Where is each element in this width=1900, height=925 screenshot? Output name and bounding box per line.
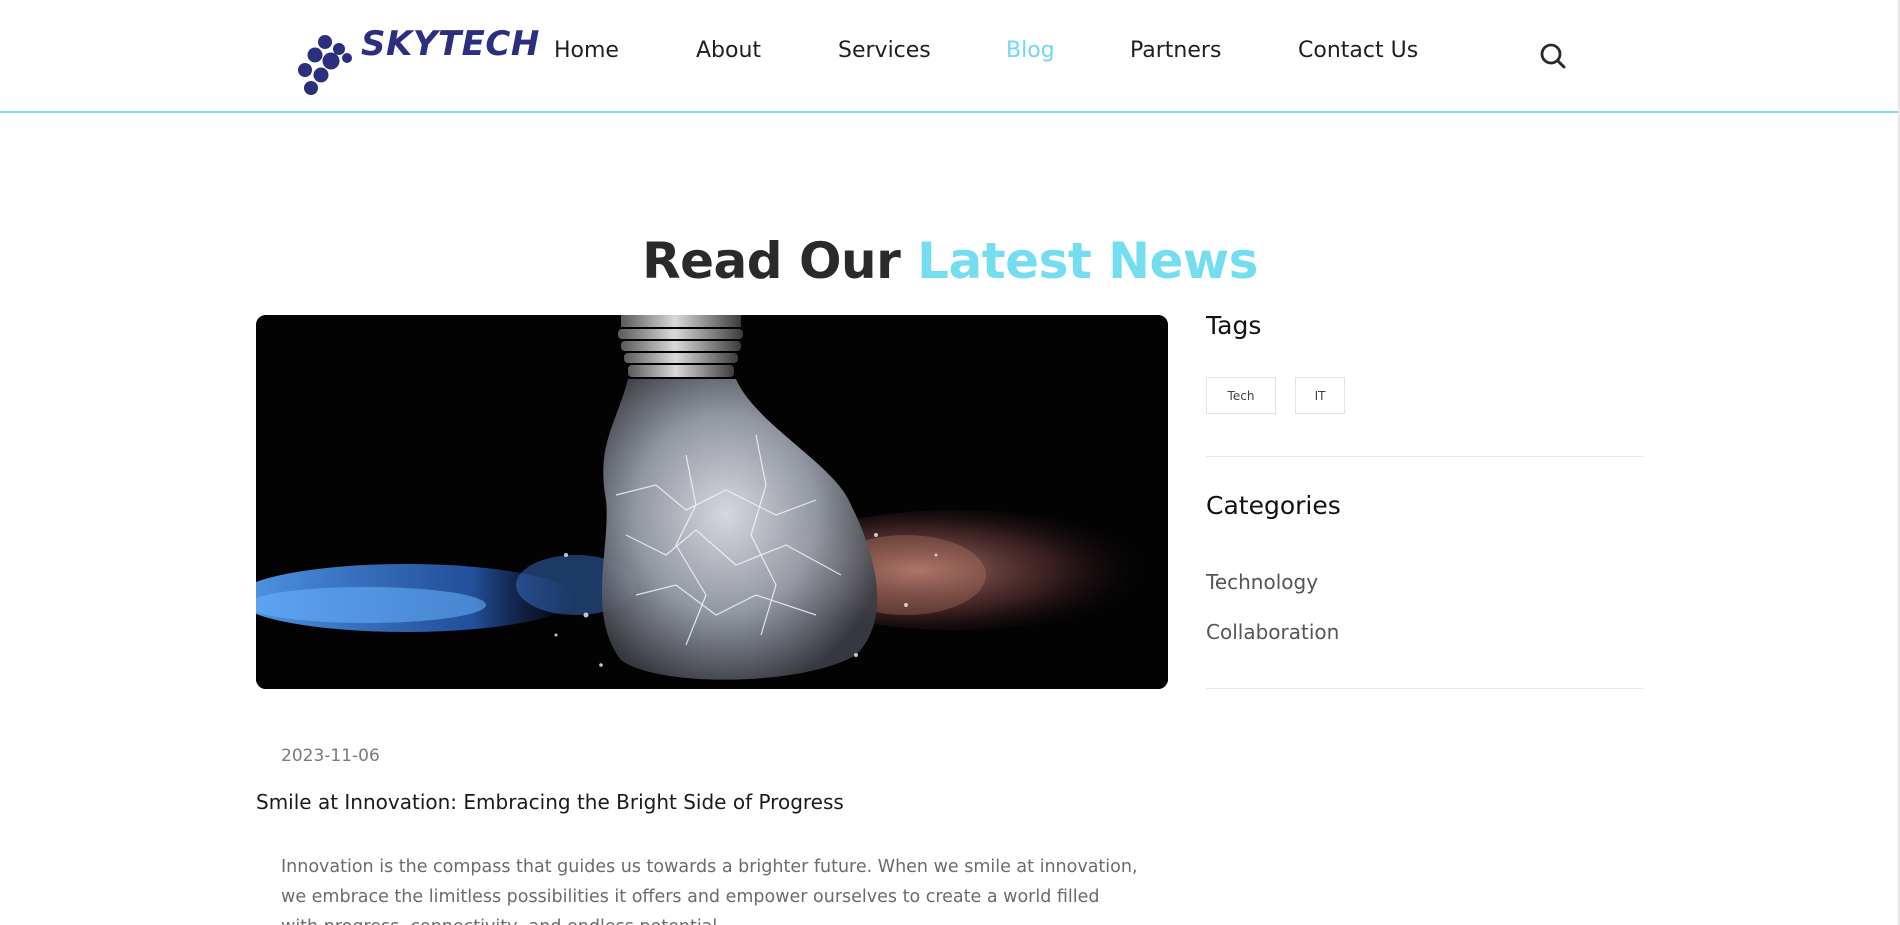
page-title: Read Our Latest News — [0, 232, 1900, 290]
nav-about[interactable]: About — [696, 38, 761, 63]
sidebar-divider — [1206, 688, 1643, 689]
category-technology[interactable]: Technology — [1206, 570, 1318, 594]
post-date: 2023-11-06 — [281, 746, 380, 766]
page-title-main: Read Our — [642, 232, 901, 290]
tag-tech[interactable]: Tech — [1206, 377, 1276, 414]
tag-it[interactable]: IT — [1295, 377, 1345, 414]
nav-blog[interactable]: Blog — [1006, 38, 1055, 63]
nav-home[interactable]: Home — [554, 38, 619, 63]
post-hero-image[interactable] — [256, 315, 1168, 689]
nav-services[interactable]: Services — [838, 38, 931, 63]
brand-name: SKYTECH — [361, 24, 540, 64]
site-logo[interactable]: SKYTECH — [295, 22, 539, 95]
category-collaboration[interactable]: Collaboration — [1206, 620, 1339, 644]
search-button[interactable] — [1539, 42, 1567, 70]
nav-partners[interactable]: Partners — [1130, 38, 1221, 63]
post-excerpt: Innovation is the compass that guides us… — [281, 857, 1138, 925]
post-title[interactable]: Smile at Innovation: Embracing the Brigh… — [256, 790, 844, 814]
site-header: SKYTECH Home About Services Blog Partner… — [0, 0, 1900, 113]
categories-title: Categories — [1206, 491, 1341, 520]
bulb-base — [618, 315, 743, 377]
molecule-logo-icon — [298, 35, 352, 95]
page-title-accent: Latest News — [917, 232, 1258, 290]
search-icon — [1540, 43, 1566, 69]
exploding-lightbulb-image — [256, 315, 1168, 689]
sidebar-divider — [1206, 456, 1643, 457]
tags-title: Tags — [1206, 311, 1262, 340]
nav-contact-us[interactable]: Contact Us — [1298, 38, 1418, 63]
